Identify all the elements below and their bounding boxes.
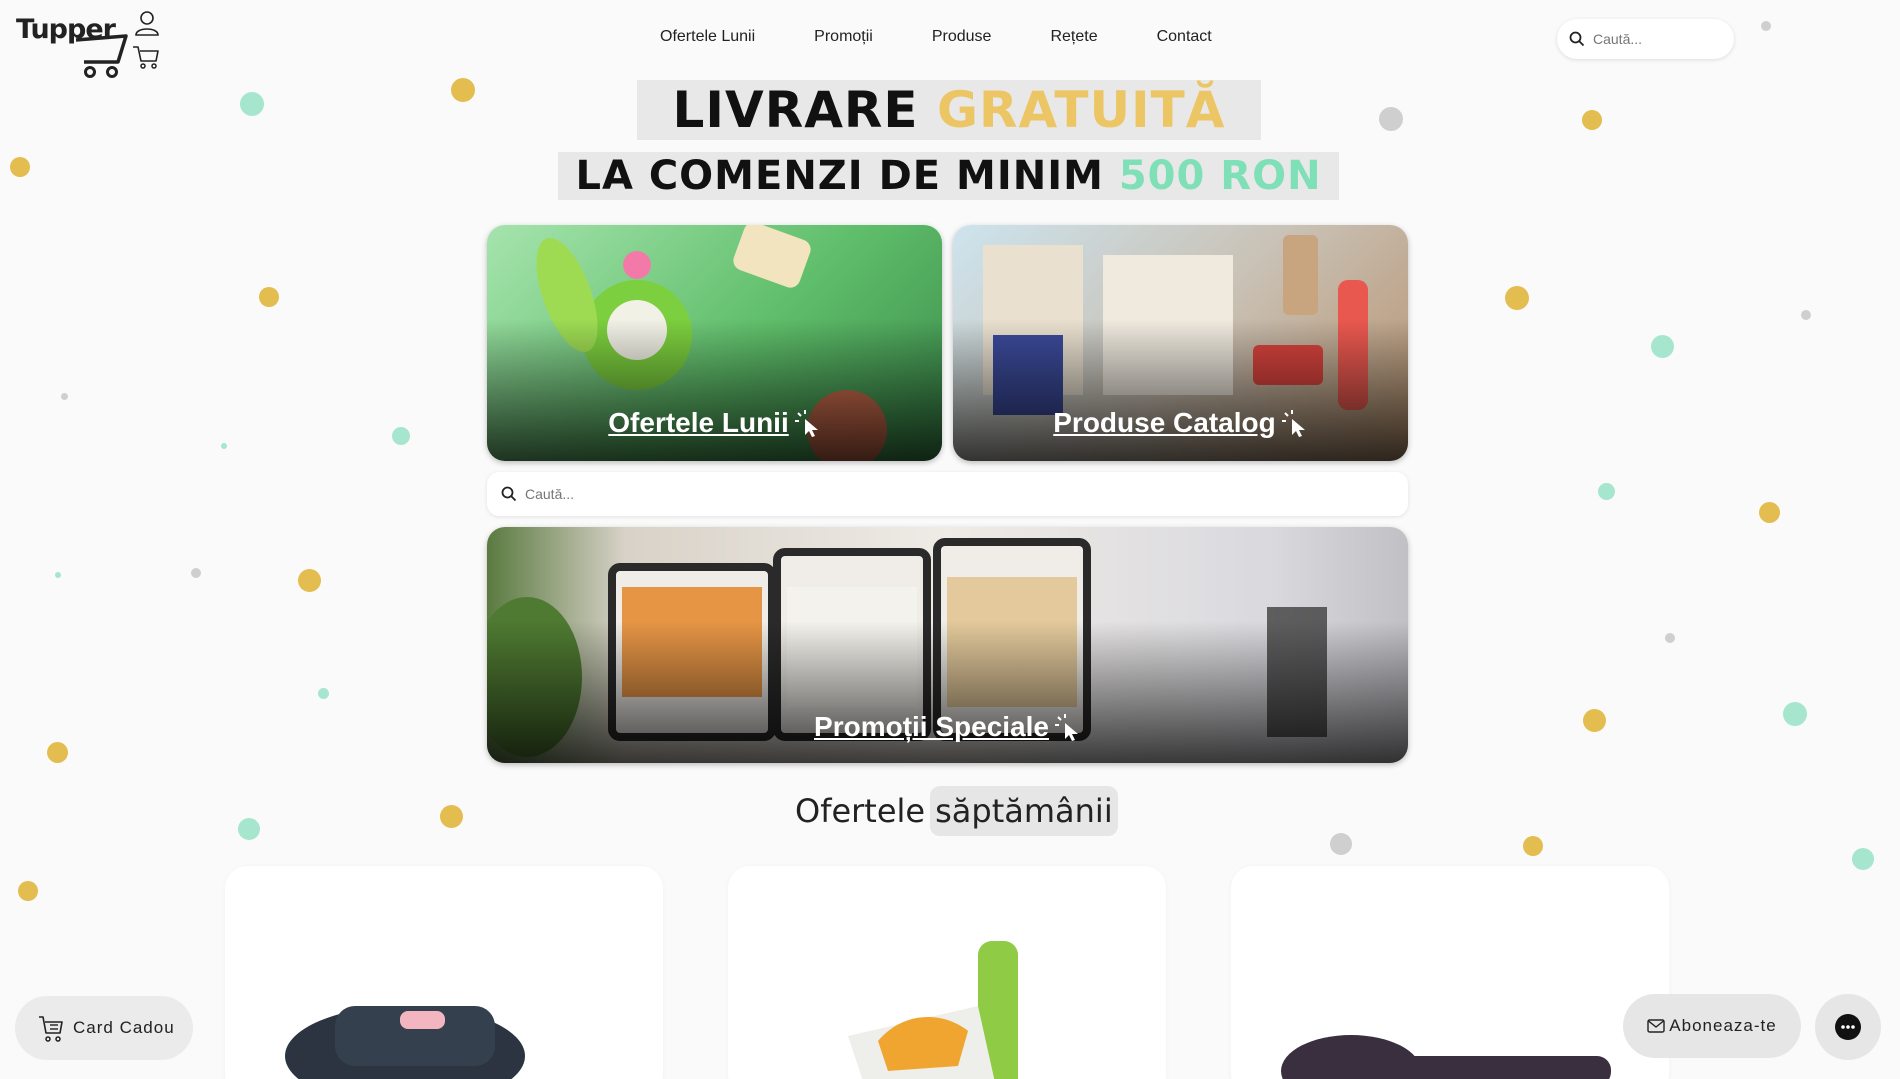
brand-logo[interactable]: Tupper [16, 14, 128, 78]
product-card[interactable] [225, 866, 663, 1079]
subscribe-label: Aboneaza-te [1669, 1016, 1777, 1035]
gift-card-button[interactable]: Card Cadou [15, 996, 193, 1060]
nav-retete[interactable]: Rețete [1050, 28, 1097, 46]
gift-card-label: Card Cadou [73, 1018, 175, 1037]
tiles-search-input[interactable] [525, 486, 925, 502]
product-image [848, 941, 1018, 1079]
cart-icon[interactable] [132, 44, 160, 70]
gift-cart-icon [39, 1016, 63, 1042]
search-icon [1569, 31, 1585, 47]
header-search[interactable] [1557, 19, 1734, 59]
banner-line1-accent: GRATUITĂ [936, 81, 1226, 139]
cursor-click-icon [1281, 410, 1305, 437]
weekly-offers-heading: Ofertele săptămânii [795, 780, 1118, 842]
offers-of-month-tile[interactable]: Ofertele Lunii [487, 225, 942, 461]
mail-icon [1647, 1019, 1665, 1033]
tiles-search[interactable] [487, 472, 1408, 516]
chat-icon [1835, 1014, 1861, 1040]
banner-line1-dark: LIVRARE [672, 81, 919, 139]
special-promotions-tile[interactable]: Promoții Speciale [487, 527, 1408, 763]
product-image [285, 1006, 525, 1079]
product-image [1281, 1035, 1611, 1079]
nav-contact[interactable]: Contact [1157, 28, 1212, 46]
cart-logo-icon [75, 34, 128, 78]
search-icon [501, 486, 517, 502]
banner-line2-dark: LA COMENZI DE MINIM [575, 153, 1104, 199]
banner-line2-accent: 500 RON [1118, 153, 1322, 199]
product-card[interactable] [728, 866, 1166, 1079]
weekly-title-highlight: săptămânii [930, 786, 1118, 836]
catalog-tile-label: Produse Catalog [1053, 407, 1276, 438]
cursor-click-icon [1054, 714, 1078, 741]
nav-promotii[interactable]: Promoții [814, 28, 873, 46]
offers-tile-label: Ofertele Lunii [608, 407, 789, 438]
product-card[interactable] [1231, 866, 1669, 1079]
chat-button[interactable] [1815, 994, 1881, 1060]
free-delivery-banner: LIVRARE GRATUITĂ [637, 80, 1261, 140]
subscribe-button[interactable]: Aboneaza-te [1623, 994, 1801, 1058]
nav-produse[interactable]: Produse [932, 28, 992, 46]
nav-ofertele-lunii[interactable]: Ofertele Lunii [660, 28, 755, 46]
promos-tile-label: Promoții Speciale [814, 711, 1049, 742]
user-icon[interactable] [134, 10, 160, 36]
weekly-title-plain: Ofertele [795, 792, 926, 830]
cursor-click-icon [794, 410, 818, 437]
catalog-products-tile[interactable]: Produse Catalog [953, 225, 1408, 461]
min-order-banner: LA COMENZI DE MINIM 500 RON [558, 152, 1339, 200]
header-search-input[interactable] [1593, 31, 1713, 47]
